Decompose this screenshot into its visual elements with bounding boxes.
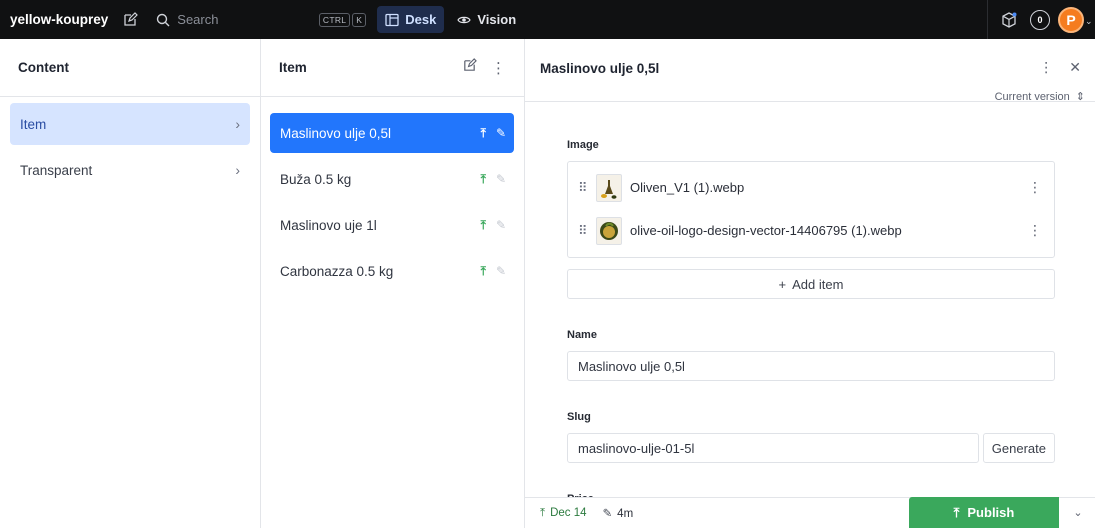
chevron-down-icon[interactable]: ⌄ (1061, 497, 1095, 528)
package-icon[interactable] (1000, 11, 1018, 29)
version-select[interactable]: Current version ⇕ (994, 90, 1085, 104)
search-input[interactable]: Search CTRL K (150, 6, 372, 33)
topbar-right-actions: 0 P ⌄ (987, 0, 1095, 39)
add-item-button[interactable]: + Add item (567, 269, 1055, 299)
slug-input[interactable]: maslinovo-ulje-01-5l (567, 433, 979, 463)
published-icon: ⤒ (480, 263, 486, 278)
drag-handle-icon[interactable]: ⠿ (578, 180, 592, 196)
tool-vision-label: Vision (477, 12, 517, 27)
chevron-right-icon: › (235, 162, 240, 178)
image-filename: olive-oil-logo-design-vector-14406795 (1… (630, 223, 902, 238)
image-thumbnail (596, 216, 622, 245)
name-field-label: Name (567, 329, 597, 341)
edit-icon: ✎ (495, 172, 506, 186)
published-date: Dec 14 (550, 506, 587, 519)
edit-icon: ✎ (495, 218, 506, 232)
chevron-down-icon[interactable]: ⌄ (1085, 16, 1093, 26)
status-counter[interactable]: 0 (1030, 9, 1050, 30)
compose-icon[interactable] (122, 11, 139, 28)
image-field-label: Image (567, 139, 599, 151)
content-pane-title: Content (18, 60, 69, 75)
tool-vision-button[interactable]: Vision (449, 6, 524, 33)
kbd-k: K (352, 12, 367, 27)
items-pane: Item ⋮ Maslinovo ulje 0,5l ⤒ ✎ Buža 0.5 k… (261, 39, 525, 528)
document-header: Maslinovo ulje 0,5l ⋮ ✕ Current version … (525, 39, 1095, 104)
image-filename: Oliven_V1 (1).webp (630, 180, 745, 195)
kbd-ctrl: CTRL (318, 12, 351, 27)
publish-button[interactable]: ⤒ Publish (909, 497, 1059, 528)
more-vertical-icon[interactable]: ⋮ (1028, 179, 1042, 196)
document-title: Carbonazza 0.5 kg (280, 263, 394, 279)
chevron-right-icon: › (235, 116, 240, 132)
version-label: Current version (994, 90, 1070, 103)
name-input[interactable]: Maslinovo ulje 0,5l (567, 351, 1055, 381)
list-item[interactable]: Buža 0.5 kg ⤒ ✎ (270, 159, 514, 199)
divider (987, 0, 988, 39)
list-item[interactable]: Maslinovo ulje 0,5l ⤒ ✎ (270, 113, 514, 153)
items-pane-title: Item (279, 60, 307, 75)
tool-desk-label: Desk (405, 12, 437, 27)
image-thumbnail (596, 173, 622, 202)
tool-desk-button[interactable]: Desk (377, 6, 445, 33)
add-item-label: Add item (792, 276, 844, 292)
document-title-heading: Maslinovo ulje 0,5l (540, 61, 660, 76)
document-form: Image ⠿ Oliven_V1 (1).webp ⋮ ⠿ olive-oil… (567, 139, 1055, 521)
published-icon: ⤒ (540, 506, 546, 519)
edited-status[interactable]: ✎ 4m (603, 506, 634, 520)
document-title: Maslinovo ulje 0,5l (280, 125, 392, 141)
content-type-list: Item › Transparent › (0, 97, 260, 191)
edited-ago: 4m (617, 508, 634, 520)
items-pane-actions: ⋮ (462, 58, 506, 77)
published-status[interactable]: ⤒ Dec 14 (540, 507, 587, 520)
content-pane-header: Content (0, 39, 260, 97)
document-footer: ⤒ Dec 14 ✎ 4m ⤒ Publish ⌄ (525, 497, 1095, 528)
edit-icon: ✎ (495, 126, 506, 140)
more-vertical-icon[interactable]: ⋮ (1039, 59, 1053, 76)
slug-field-label: Slug (567, 411, 591, 423)
document-title: Buža 0.5 kg (280, 171, 352, 187)
image-array-item[interactable]: ⠿ Oliven_V1 (1).webp ⋮ (568, 166, 1054, 209)
publish-label: Publish (967, 505, 1015, 520)
document-list: Maslinovo ulje 0,5l ⤒ ✎ Buža 0.5 kg ⤒ ✎ Ma… (261, 97, 524, 291)
content-item-label: Transparent (20, 162, 93, 178)
items-pane-header: Item ⋮ (261, 39, 524, 97)
eye-icon (457, 13, 472, 27)
content-pane: Content Item › Transparent › (0, 39, 261, 528)
edit-icon: ✎ (602, 508, 613, 520)
image-array-item[interactable]: ⠿ olive-oil-logo-design-vector-14406795 … (568, 209, 1054, 252)
content-item-label: Item (20, 116, 47, 132)
list-item[interactable]: Maslinovo uje 1l ⤒ ✎ (270, 205, 514, 245)
search-placeholder: Search (177, 12, 219, 27)
content-item-transparent[interactable]: Transparent › (10, 149, 250, 191)
slug-field: maslinovo-ulje-01-5l Generate (567, 433, 1055, 463)
document-title: Maslinovo uje 1l (280, 217, 377, 233)
published-icon: ⤒ (480, 171, 486, 186)
avatar[interactable]: P (1058, 6, 1084, 33)
document-status: ⤒ Dec 14 ✎ 4m (540, 506, 634, 521)
image-array-field: ⠿ Oliven_V1 (1).webp ⋮ ⠿ olive-oil-logo-… (567, 161, 1055, 258)
compose-icon[interactable] (462, 58, 477, 77)
drag-handle-icon[interactable]: ⠿ (578, 223, 592, 239)
desk-icon (385, 13, 399, 27)
more-vertical-icon[interactable]: ⋮ (1028, 222, 1042, 239)
more-vertical-icon[interactable]: ⋮ (491, 59, 506, 77)
chevron-up-down-icon: ⇕ (1075, 91, 1085, 103)
document-pane: Maslinovo ulje 0,5l ⋮ ✕ Current version … (525, 39, 1095, 528)
close-icon[interactable]: ✕ (1069, 59, 1081, 76)
edit-icon: ✎ (495, 264, 506, 278)
plus-icon: + (778, 276, 787, 292)
published-icon: ⤒ (480, 125, 486, 140)
published-icon: ⤒ (480, 217, 486, 232)
list-item[interactable]: Carbonazza 0.5 kg ⤒ ✎ (270, 251, 514, 291)
content-item-item[interactable]: Item › (10, 103, 250, 145)
search-icon (156, 13, 170, 27)
workspace-name[interactable]: yellow-kouprey (10, 12, 108, 27)
top-navbar: yellow-kouprey Search CTRL K Desk Vision… (0, 0, 1095, 39)
publish-icon: ⤒ (953, 504, 960, 520)
generate-slug-button[interactable]: Generate (982, 433, 1055, 463)
